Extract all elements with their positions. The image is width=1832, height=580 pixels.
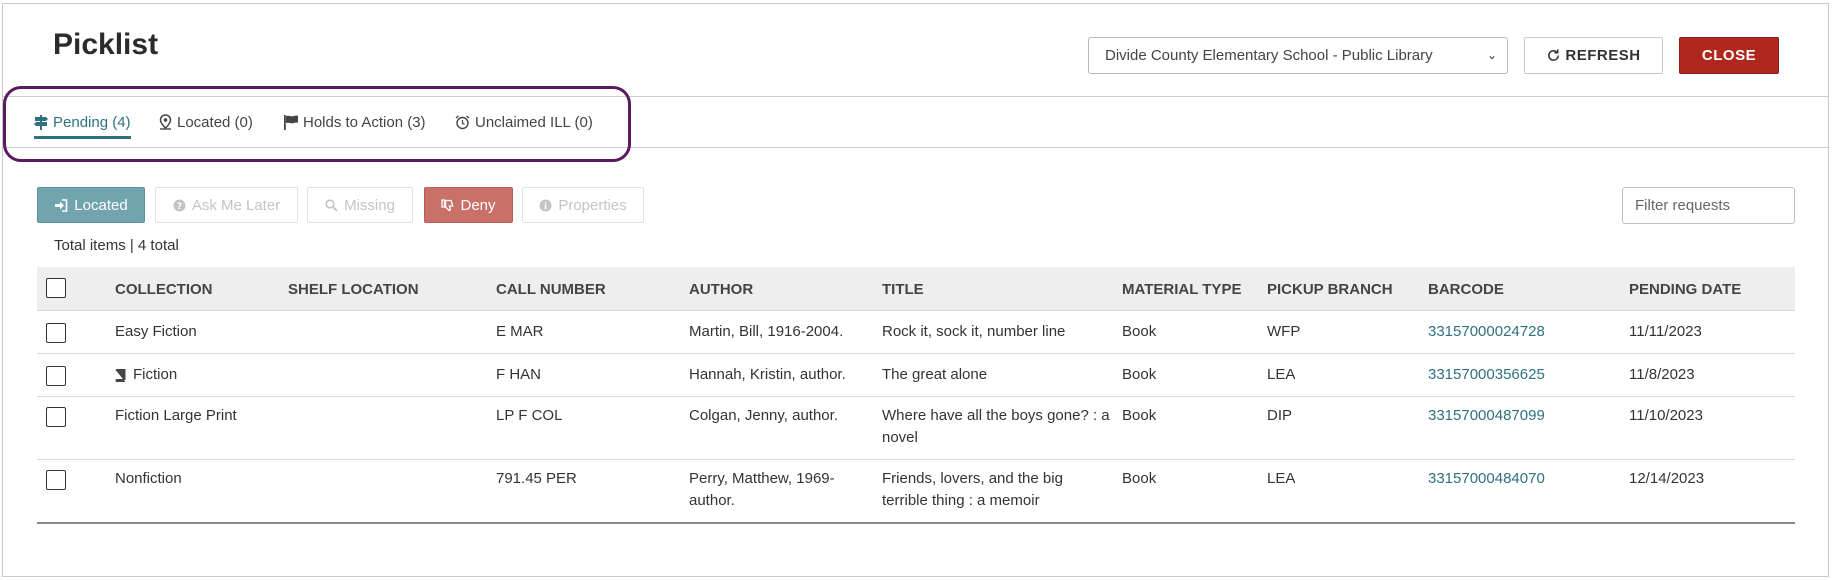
- cell-material-type: Book: [1122, 470, 1157, 487]
- branch-select-value: Divide County Elementary School - Public…: [1105, 47, 1433, 64]
- refresh-button[interactable]: REFRESH: [1524, 37, 1663, 74]
- cell-title: Friends, lovers, and the big terrible th…: [882, 470, 1063, 509]
- thumbs-down-icon: [441, 198, 455, 211]
- cell-pending-date: 11/8/2023: [1629, 366, 1695, 383]
- deny-label: Deny: [460, 196, 496, 214]
- cell-collection-text: Fiction: [133, 366, 178, 383]
- table-row[interactable]: Fiction Large Print LP F COL Colgan, Jen…: [37, 397, 1795, 460]
- deny-button[interactable]: Deny: [424, 187, 513, 223]
- row-checkbox[interactable]: [46, 323, 66, 343]
- cell-title: Where have all the boys gone? : a novel: [882, 407, 1110, 446]
- column-header-pending-date[interactable]: PENDING DATE: [1629, 281, 1741, 298]
- cell-author: Martin, Bill, 1916-2004.: [689, 323, 844, 340]
- properties-button[interactable]: Properties: [522, 187, 644, 223]
- select-all-checkbox[interactable]: [46, 278, 66, 298]
- cell-pickup-branch: WFP: [1267, 323, 1301, 340]
- cell-author: Perry, Matthew, 1969- author.: [689, 470, 835, 509]
- cell-call-number: 791.45 PER: [496, 470, 577, 487]
- svg-text:?: ?: [177, 202, 182, 212]
- branch-select[interactable]: Divide County Elementary School - Public…: [1088, 37, 1508, 74]
- search-icon: [325, 198, 338, 212]
- cell-barcode-link[interactable]: 33157000356625: [1428, 364, 1545, 386]
- ask-me-later-button[interactable]: ? Ask Me Later: [155, 187, 298, 223]
- cell-author: Colgan, Jenny, author.: [689, 407, 838, 424]
- cell-material-type: Book: [1122, 407, 1157, 424]
- properties-label: Properties: [558, 196, 627, 214]
- cell-pending-date: 11/11/2023: [1629, 323, 1702, 340]
- cell-collection: Easy Fiction: [115, 323, 197, 340]
- located-button[interactable]: Located: [37, 187, 145, 223]
- total-items-text: Total items | 4 total: [54, 237, 179, 254]
- info-circle-icon: [539, 199, 552, 211]
- table-row[interactable]: Fiction F HAN Hannah, Kristin, author. T…: [37, 354, 1795, 397]
- refresh-icon: [1548, 49, 1560, 61]
- located-label: Located: [74, 196, 128, 214]
- row-checkbox[interactable]: [46, 407, 66, 427]
- cell-call-number: F HAN: [496, 366, 541, 383]
- question-circle-icon: ?: [173, 199, 186, 212]
- book-icon: [115, 368, 126, 382]
- cell-title: The great alone: [882, 366, 988, 383]
- close-label: CLOSE: [1701, 47, 1757, 64]
- cell-collection: Nonfiction: [115, 470, 182, 487]
- picklist-table: COLLECTION SHELF LOCATION CALL NUMBER AU…: [37, 267, 1795, 524]
- cell-pickup-branch: LEA: [1267, 470, 1296, 487]
- sign-in-icon: [55, 198, 68, 212]
- cell-barcode-link[interactable]: 33157000487099: [1428, 405, 1545, 427]
- chevron-down-icon: ⌄: [1486, 48, 1497, 62]
- column-header-shelf-location[interactable]: SHELF LOCATION: [288, 281, 419, 298]
- column-header-material-type[interactable]: MATERIAL TYPE: [1122, 281, 1241, 298]
- row-checkbox[interactable]: [46, 470, 66, 490]
- cell-collection: Fiction Large Print: [115, 407, 237, 424]
- column-header-barcode[interactable]: BARCODE: [1428, 281, 1504, 298]
- tabs-highlight-annotation: [3, 86, 631, 162]
- page-title: Picklist: [53, 28, 159, 61]
- column-header-author[interactable]: AUTHOR: [689, 281, 753, 298]
- ask-me-later-label: Ask Me Later: [191, 196, 281, 214]
- table-header: COLLECTION SHELF LOCATION CALL NUMBER AU…: [37, 267, 1795, 311]
- table-row[interactable]: Easy Fiction E MAR Martin, Bill, 1916-20…: [37, 311, 1795, 354]
- cell-collection: Fiction: [115, 364, 177, 386]
- cell-material-type: Book: [1122, 323, 1157, 340]
- table-row[interactable]: Nonfiction 791.45 PER Perry, Matthew, 19…: [37, 460, 1795, 524]
- cell-barcode-link[interactable]: 33157000484070: [1428, 468, 1545, 490]
- refresh-label: REFRESH: [1565, 47, 1641, 64]
- cell-material-type: Book: [1122, 366, 1157, 383]
- close-button[interactable]: CLOSE: [1679, 37, 1779, 74]
- missing-button[interactable]: Missing: [307, 187, 413, 223]
- cell-title: Rock it, sock it, number line: [882, 323, 1066, 340]
- column-header-call-number[interactable]: CALL NUMBER: [496, 281, 606, 298]
- cell-pickup-branch: DIP: [1267, 407, 1293, 424]
- column-header-pickup-branch[interactable]: PICKUP BRANCH: [1267, 281, 1393, 298]
- cell-barcode-link[interactable]: 33157000024728: [1428, 321, 1545, 343]
- cell-pending-date: 11/10/2023: [1629, 407, 1703, 424]
- cell-pickup-branch: LEA: [1267, 366, 1296, 383]
- cell-call-number: LP F COL: [496, 407, 563, 424]
- row-checkbox[interactable]: [46, 366, 66, 386]
- column-header-collection[interactable]: COLLECTION: [115, 281, 213, 298]
- column-header-title[interactable]: TITLE: [882, 281, 924, 298]
- missing-label: Missing: [344, 196, 395, 214]
- cell-author: Hannah, Kristin, author.: [689, 366, 846, 383]
- filter-requests-input[interactable]: [1622, 187, 1795, 224]
- cell-pending-date: 12/14/2023: [1629, 470, 1705, 487]
- cell-call-number: E MAR: [496, 323, 544, 340]
